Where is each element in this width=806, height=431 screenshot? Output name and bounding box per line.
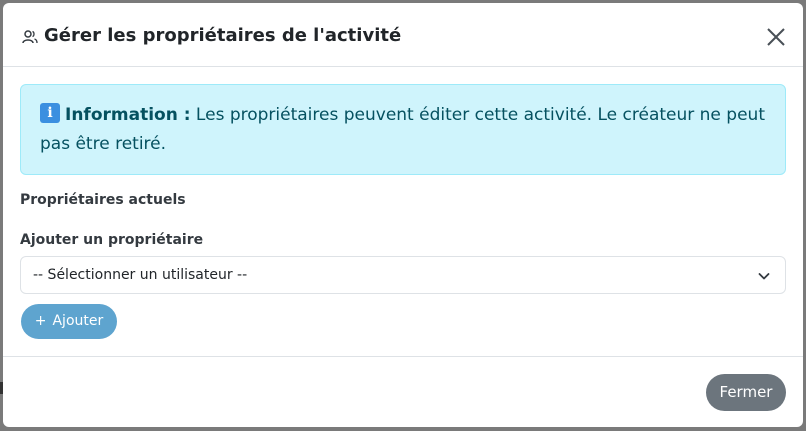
user-select-value: -- Sélectionner un utilisateur -- [33,267,248,283]
chevron-down-icon [758,273,770,280]
modal-footer: Fermer [3,356,803,427]
plus-icon: + [34,313,47,329]
info-icon [40,103,60,123]
info-alert-strong: Information : [65,105,191,125]
close-icon[interactable] [762,23,790,51]
close-button[interactable]: Fermer [706,374,786,411]
info-alert: Information : Les propriétaires peuvent … [20,84,786,175]
users-icon [22,30,38,44]
modal-title: Gérer les propriétaires de l'activité [44,25,402,46]
modal-header: Gérer les propriétaires de l'activité [3,3,803,67]
add-owner-label: Ajouter un propriétaire [20,232,204,248]
user-select[interactable]: -- Sélectionner un utilisateur -- [20,256,786,294]
add-owner-button-label: Ajouter [52,313,104,329]
current-owners-label: Propriétaires actuels [20,192,186,208]
add-owner-button[interactable]: + Ajouter [21,304,117,339]
manage-owners-modal: Gérer les propriétaires de l'activité In… [3,3,803,427]
